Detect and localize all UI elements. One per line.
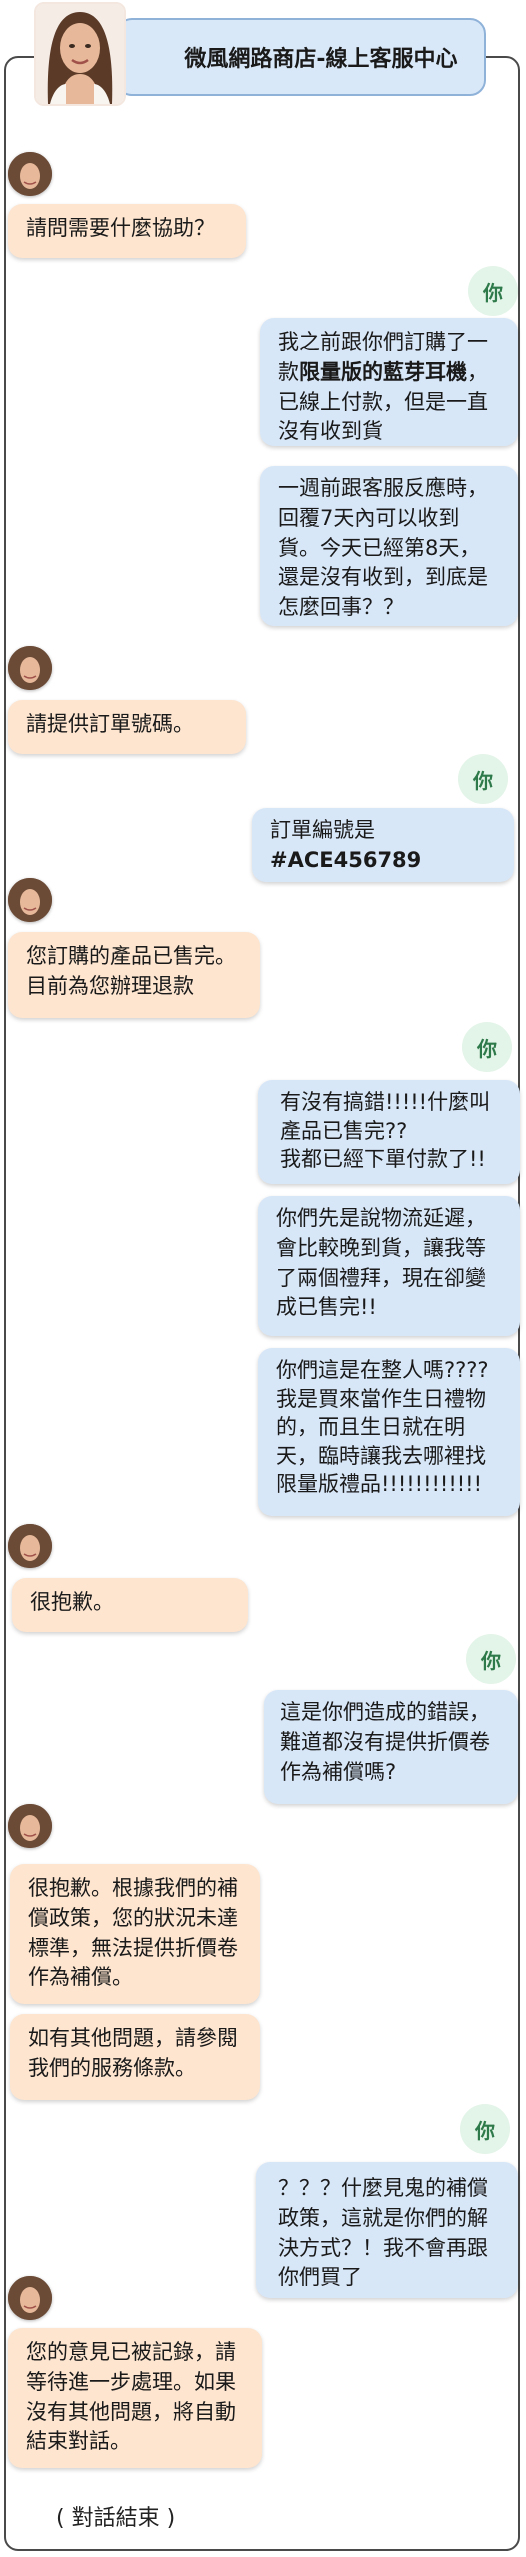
user-message: ？？？什麼見鬼的補償政策，這就是你們的解決方式？！我不會再跟你們買了 <box>256 2162 518 2298</box>
agent-avatar <box>8 152 52 196</box>
user-message: 有沒有搞錯!!!!!什麼叫 產品已售完?? 我都已經下單付款了!! <box>258 1080 520 1184</box>
user-badge: 你 <box>460 2104 510 2154</box>
agent-avatar <box>8 2276 52 2320</box>
agent-message: 您訂購的產品已售完。 目前為您辦理退款 <box>8 932 260 1018</box>
user-badge: 你 <box>462 1022 512 1072</box>
agent-avatar <box>8 1524 52 1568</box>
product-name: 限量版的藍芽耳機 <box>299 359 467 384</box>
user-message: 一週前跟客服反應時，回覆7天內可以收到貨。今天已經第8天，還是沒有收到，到底是怎… <box>260 466 518 626</box>
agent-message: 很抱歉。根據我們的補償政策，您的狀況未達標準，無法提供折價卷作為補償。 <box>10 1864 260 2004</box>
order-number: #ACE456789 <box>270 847 422 872</box>
user-message: 我之前跟你們訂購了一款限量版的藍芽耳機，已線上付款，但是一直沒有收到貨 <box>260 318 518 446</box>
message-text: 訂單編號是 <box>270 818 375 842</box>
user-badge: 你 <box>468 266 518 316</box>
user-message: 訂單編號是 #ACE456789 <box>252 808 514 882</box>
user-badge: 你 <box>458 754 508 804</box>
agent-avatar <box>8 646 52 690</box>
user-message: 你們先是說物流延遲，會比較晚到貨，讓我等了兩個禮拜，現在卻變成已售完!! <box>258 1196 520 1336</box>
agent-message: 很抱歉。 <box>12 1578 248 1632</box>
conversation-end-note: ( 對話結束 ) <box>56 2506 176 2531</box>
agent-message: 您的意見已被記錄，請等待進一步處理。如果沒有其他問題，將自動結束對話。 <box>8 2328 262 2468</box>
agent-message: 請問需要什麼協助？ <box>8 204 246 258</box>
agent-header-avatar <box>34 2 126 106</box>
user-message: 這是你們造成的錯誤，難道都沒有提供折價卷作為補償嗎? <box>264 1690 518 1804</box>
page-title: 微風網路商店-線上客服中心 <box>116 18 486 96</box>
user-message: 你們這是在整人嗎????我是買來當作生日禮物的，而且生日就在明天，臨時讓我去哪裡… <box>258 1348 520 1516</box>
agent-avatar <box>8 1804 52 1848</box>
agent-avatar <box>8 878 52 922</box>
user-badge: 你 <box>466 1634 516 1684</box>
agent-message: 如有其他問題，請參閱我們的服務條款。 <box>10 2014 260 2100</box>
agent-message: 請提供訂單號碼。 <box>8 700 246 754</box>
page-title-text: 微風網路商店-線上客服中心 <box>184 47 458 72</box>
